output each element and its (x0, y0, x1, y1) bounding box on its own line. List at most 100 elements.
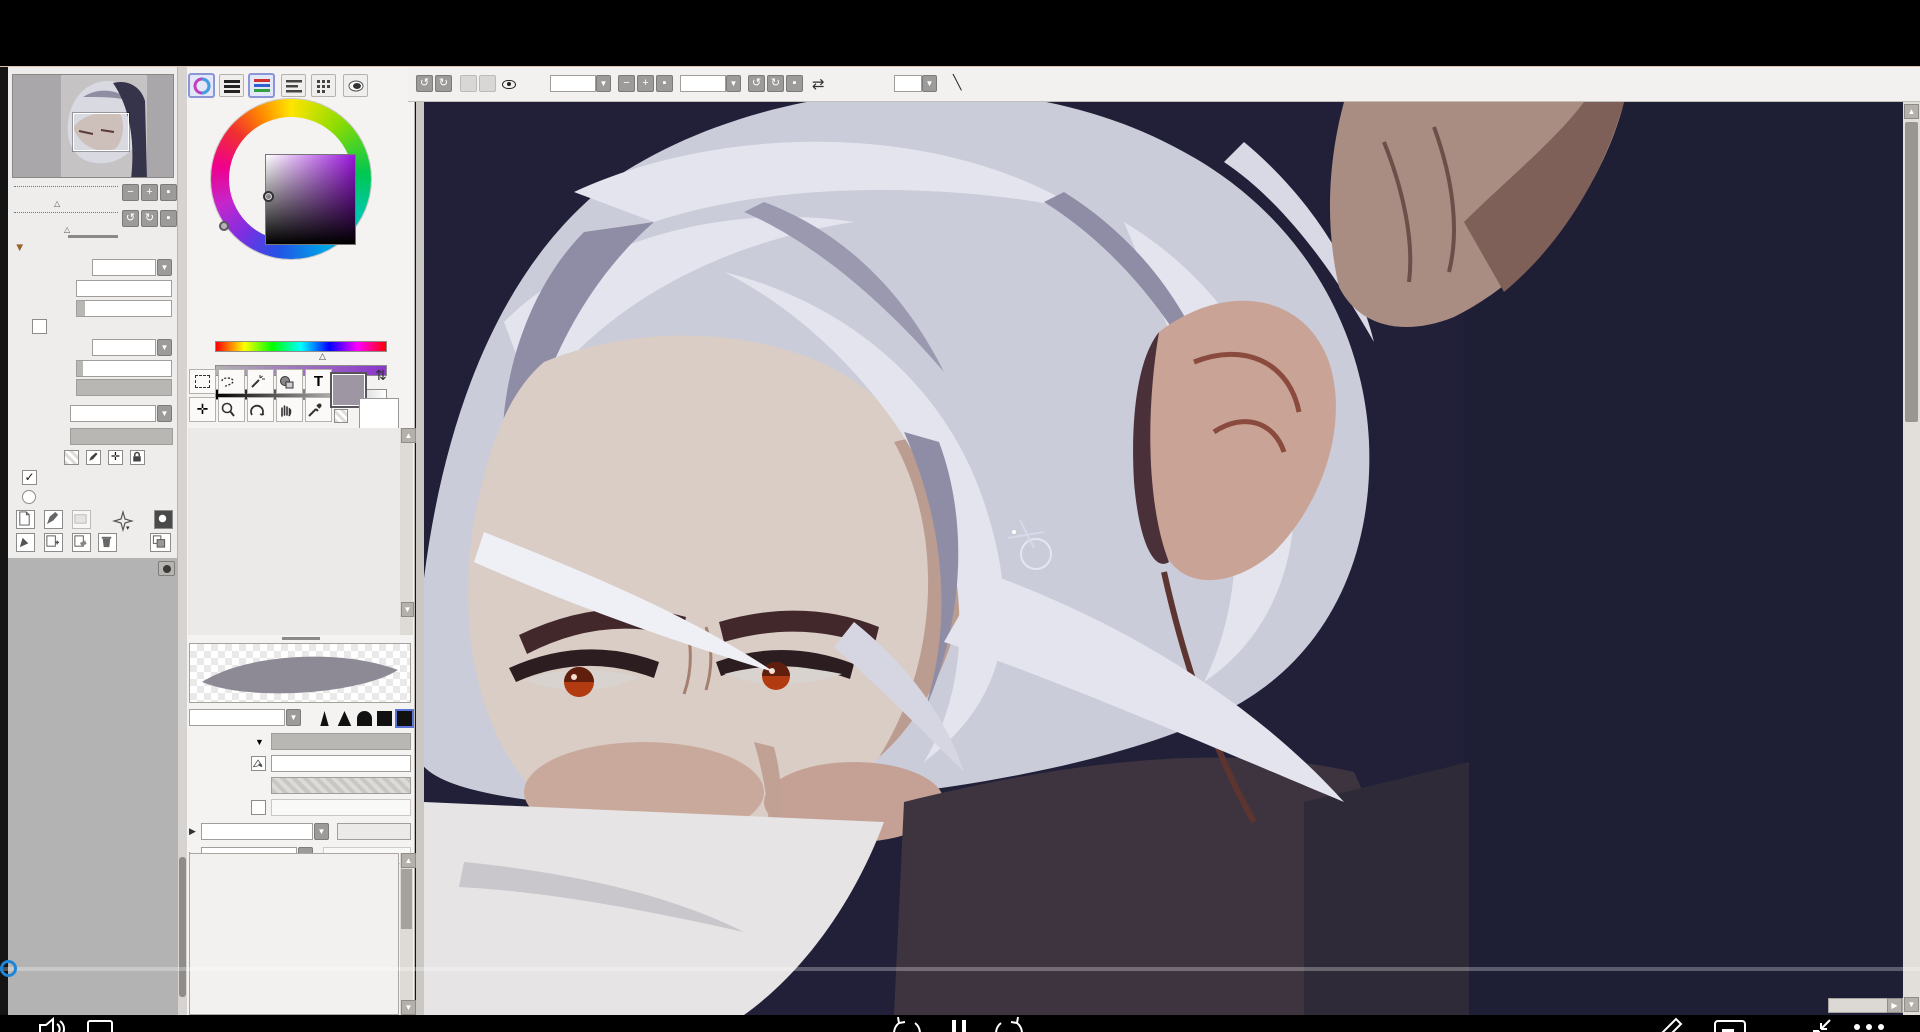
swap-colors-icon[interactable]: ⇅ (375, 367, 387, 384)
canvas-scroll-right-button[interactable]: ▶ (1887, 998, 1902, 1013)
redo-button[interactable]: ↻ (435, 75, 452, 92)
eyedropper-tool[interactable] (305, 397, 332, 422)
apply-to-ink-checkbox[interactable] (32, 319, 47, 334)
stabilizer-dropdown[interactable]: ▼ (922, 75, 937, 92)
brush-scroll-up-button[interactable]: ▲ (401, 428, 416, 443)
tip-shape-dome[interactable] (357, 711, 372, 726)
tip-shape-triangle[interactable] (337, 711, 352, 726)
nav-angle-slider-marker[interactable]: △ (64, 225, 70, 234)
lock-transparency-button[interactable] (64, 450, 79, 465)
transform-tool-icon[interactable]: ▾ (112, 510, 134, 532)
pause-button[interactable] (950, 1018, 968, 1032)
zoom-tool[interactable] (218, 397, 245, 422)
rotate-ccw-button[interactable]: ↺ (748, 75, 765, 92)
mixer-sliders-tab[interactable] (281, 74, 306, 97)
canvas-viewport[interactable] (424, 102, 1903, 1015)
rotate-reset-button[interactable]: ▪ (786, 75, 803, 92)
expand-arrow-icon[interactable]: ▶ (189, 826, 196, 837)
panel-divider[interactable] (416, 67, 424, 1015)
special-effect-dropdown[interactable]: ▼ (157, 339, 172, 356)
zoom-in-button[interactable]: + (637, 75, 654, 92)
subtitle-icon[interactable] (86, 1018, 114, 1032)
canvas-angle-value[interactable] (680, 75, 726, 92)
rewind-10-button[interactable] (890, 1016, 924, 1032)
rotate-view-tool[interactable] (247, 397, 274, 422)
paper-texture-select[interactable] (92, 259, 156, 276)
tip-shape-flat[interactable] (397, 711, 412, 726)
brush-blend-dropdown[interactable]: ▼ (286, 709, 301, 726)
clear-layer-button[interactable] (72, 533, 91, 552)
brush-shape-select[interactable] (201, 823, 313, 840)
nav-angle-reset-button[interactable]: ▪ (160, 210, 177, 227)
progress-handle[interactable] (0, 960, 17, 977)
color-wheel-tab[interactable] (189, 74, 214, 97)
navigator-viewport-rect[interactable] (73, 113, 129, 151)
canvas-scroll-up-button[interactable]: ▲ (1904, 104, 1919, 119)
magic-wand-tool[interactable] (247, 369, 274, 394)
canvas-zoom-dropdown[interactable]: ▼ (596, 75, 611, 92)
rect-select-tool[interactable] (189, 369, 216, 394)
navigator-preview[interactable] (12, 74, 174, 178)
swatches-tab[interactable] (311, 74, 336, 97)
more-options-icon[interactable] (1852, 1022, 1886, 1032)
special-effect-select[interactable] (92, 339, 156, 356)
pip-icon[interactable] (1714, 1020, 1746, 1032)
move-tool[interactable]: ✛ (189, 397, 216, 422)
hue-ring-marker[interactable] (219, 221, 229, 231)
brush-shape-dropdown[interactable]: ▼ (314, 823, 329, 840)
panel-divider-handle[interactable] (68, 235, 118, 238)
progress-track[interactable] (0, 967, 1920, 971)
rgb-sliders-tab[interactable] (249, 74, 274, 97)
edit-notes-icon[interactable] (1656, 1016, 1684, 1032)
lasso-tool[interactable] (218, 369, 245, 394)
effect-width-slider[interactable] (76, 360, 172, 377)
brush-grid-scrollbar[interactable]: ▲ ▼ (400, 428, 413, 635)
secondary-color-swatch[interactable] (359, 398, 399, 430)
tip-shape-spike[interactable] (317, 711, 332, 726)
effects-section-header[interactable]: ▼ (14, 242, 25, 254)
text-tool[interactable]: T (305, 369, 332, 394)
min-density-checkbox[interactable] (251, 800, 266, 815)
new-folder-button[interactable] (72, 510, 91, 529)
size-scroll-down-button[interactable]: ▼ (401, 1000, 416, 1015)
layer-list-scrollbar[interactable] (178, 67, 187, 1015)
nav-rotate-ccw-button[interactable]: ↺ (122, 210, 139, 227)
zoom-out-button[interactable]: − (618, 75, 635, 92)
selection-source-radio[interactable] (22, 490, 36, 504)
min-size-pressure-button[interactable] (251, 756, 266, 771)
blend-mode-select[interactable] (70, 405, 156, 422)
volume-icon[interactable] (36, 1016, 66, 1032)
flip-canvas-icon[interactable]: ⇄ (812, 75, 825, 93)
panel-divider-handle[interactable] (282, 637, 320, 640)
line-tool-icon[interactable]: ╲ (953, 74, 961, 91)
brush-size-slider[interactable] (271, 733, 411, 750)
select-pen-layer-button[interactable] (16, 533, 35, 552)
canvas-scroll-down-button[interactable]: ▼ (1904, 997, 1919, 1012)
density-slider[interactable] (271, 777, 411, 794)
zoom-reset-button[interactable]: ▪ (656, 75, 673, 92)
undo-button[interactable]: ↺ (416, 75, 433, 92)
deselect-button[interactable] (460, 75, 477, 92)
delete-layer-button[interactable] (98, 533, 117, 552)
size-scroll-up-button[interactable]: ▲ (401, 853, 416, 868)
tip-shape-square[interactable] (377, 711, 392, 726)
nav-zoom-in-button[interactable]: + (141, 184, 158, 201)
min-size-slider[interactable] (271, 755, 411, 772)
copy-layer-button[interactable] (44, 533, 63, 552)
brush-blend-select[interactable] (189, 709, 285, 726)
nav-zoom-out-button[interactable]: − (122, 184, 139, 201)
min-density-slider[interactable] (271, 799, 411, 816)
canvas-horizontal-scrollbar[interactable]: ▶ (1828, 998, 1903, 1013)
new-layer-button[interactable] (16, 510, 35, 529)
paper-texture-dropdown[interactable]: ▼ (157, 259, 172, 276)
canvas-angle-dropdown[interactable]: ▼ (726, 75, 741, 92)
lock-paint-button[interactable] (86, 450, 101, 465)
brush-dropdown-button[interactable]: ▼ (401, 602, 414, 617)
blend-mode-dropdown[interactable]: ▼ (157, 405, 172, 422)
canvas-vertical-scrollbar[interactable]: ▲ ▼ (1903, 102, 1920, 1015)
nav-zoom-reset-button[interactable]: ▪ (160, 184, 177, 201)
sv-picker-square[interactable] (265, 154, 356, 245)
opacity-slider[interactable] (70, 428, 173, 445)
lock-all-button[interactable] (130, 450, 145, 465)
forward-30-button[interactable] (992, 1016, 1026, 1032)
